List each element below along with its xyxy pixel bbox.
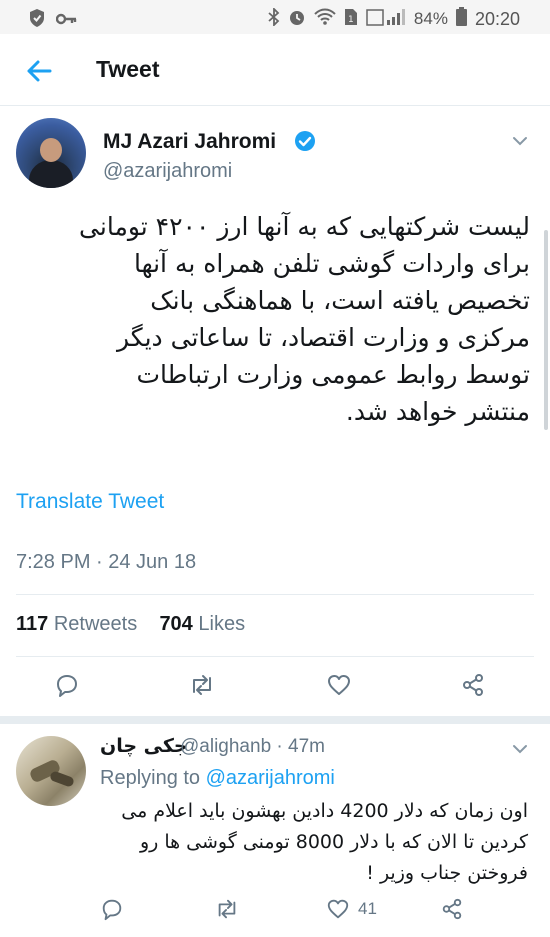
app-header: Tweet [0, 34, 550, 106]
reply-text-line: اون زمان که دلار 4200 دادین بهشون باید ا… [121, 800, 528, 822]
retweets-stat[interactable]: 117 Retweets [16, 613, 137, 635]
like-button[interactable] [326, 672, 352, 698]
tweet-text-line: برای واردات گوشی تلفن همراه به آنها [133, 249, 530, 278]
likes-count: 704 [159, 613, 193, 635]
likes-label: Likes [198, 613, 246, 635]
tweet-text-line: تخصیص یافته است، با هماهنگی بانک [150, 286, 530, 315]
tweet-text: لیست شرکتهایی که به آنها ارز ۴۲۰۰ تومانی… [18, 208, 530, 430]
author-handle[interactable]: @azarijahromi [103, 160, 232, 183]
retweet-icon [193, 675, 211, 695]
heart-icon [328, 675, 350, 695]
battery-icon [455, 7, 467, 31]
reply-meta[interactable]: @alighanb · 47m [180, 736, 325, 758]
svg-text:1: 1 [348, 15, 354, 25]
reply-share-button[interactable] [440, 896, 464, 922]
divider [16, 594, 534, 595]
replying-to: Replying to @azarijahromi [100, 767, 335, 790]
replying-prefix: Replying to [100, 767, 201, 789]
key-icon [55, 11, 78, 31]
heart-icon [327, 899, 349, 919]
bluetooth-icon [268, 6, 280, 31]
wifi-icon [314, 8, 336, 30]
likes-stat[interactable]: 704 Likes [159, 613, 245, 635]
tweet-text-line: توسط روابط عمومی وزارت ارتباطات [136, 360, 530, 389]
clock: 20:20 [474, 8, 520, 29]
reply-button[interactable] [54, 672, 80, 698]
page-title: Tweet [96, 56, 160, 82]
alarm-icon [288, 8, 306, 31]
divider [16, 656, 534, 657]
reply-like-button[interactable]: 41 [326, 896, 377, 922]
share-button[interactable] [460, 672, 486, 698]
author-avatar[interactable] [16, 118, 86, 188]
shield-icon [28, 8, 46, 33]
chevron-down-icon[interactable] [512, 742, 528, 754]
retweets-count: 117 [16, 613, 49, 635]
replying-handle-link[interactable]: @azarijahromi [206, 767, 335, 789]
translate-tweet-link[interactable]: Translate Tweet [16, 490, 164, 514]
reply-text-line: فروختن جناب وزیر ! [366, 862, 528, 884]
tweet-text-line: مرکزی و وزارت اقتصاد، تا ساعاتی دیگر [116, 323, 530, 352]
share-icon [463, 674, 483, 696]
scrollbar[interactable] [544, 230, 548, 430]
status-bar: 1 84% 20:20 [0, 0, 550, 34]
reply-author-avatar[interactable] [16, 736, 86, 806]
reply-likes-count: 41 [358, 899, 377, 918]
back-button[interactable] [22, 54, 56, 88]
tweet-text-line: منتشر خواهد شد. [345, 397, 530, 426]
tweet-timestamp: 7:28 PM · 24 Jun 18 [16, 551, 197, 573]
reply-text-line: کردین تا الان که با دلار 8000 تومنی گوشی… [139, 831, 528, 853]
retweets-label: Retweets [53, 613, 138, 635]
section-divider [0, 716, 550, 724]
verified-badge-icon [294, 130, 316, 152]
tweet-text-line: لیست شرکتهایی که به آنها ارز ۴۲۰۰ تومانی [79, 212, 530, 241]
retweet-icon [218, 899, 236, 919]
signal-icon [366, 8, 406, 31]
chevron-down-icon[interactable] [512, 134, 528, 146]
retweet-button[interactable] [188, 672, 216, 698]
tweet-stats: 117 Retweets 704 Likes [16, 613, 245, 636]
battery-percent: 84% [413, 9, 448, 28]
reply-reply-button[interactable] [100, 896, 124, 922]
reply-icon [102, 899, 122, 921]
author-name[interactable]: MJ Azari Jahromi [103, 130, 276, 154]
sim-icon: 1 [344, 8, 358, 31]
arrow-left-icon [27, 60, 52, 82]
reply-retweet-button[interactable] [214, 896, 240, 922]
reply-text: اون زمان که دلار 4200 دادین بهشون باید ا… [100, 796, 528, 889]
reply-author-name[interactable]: جکی چان [100, 735, 188, 757]
reply-icon [57, 675, 77, 697]
share-icon [442, 898, 462, 920]
